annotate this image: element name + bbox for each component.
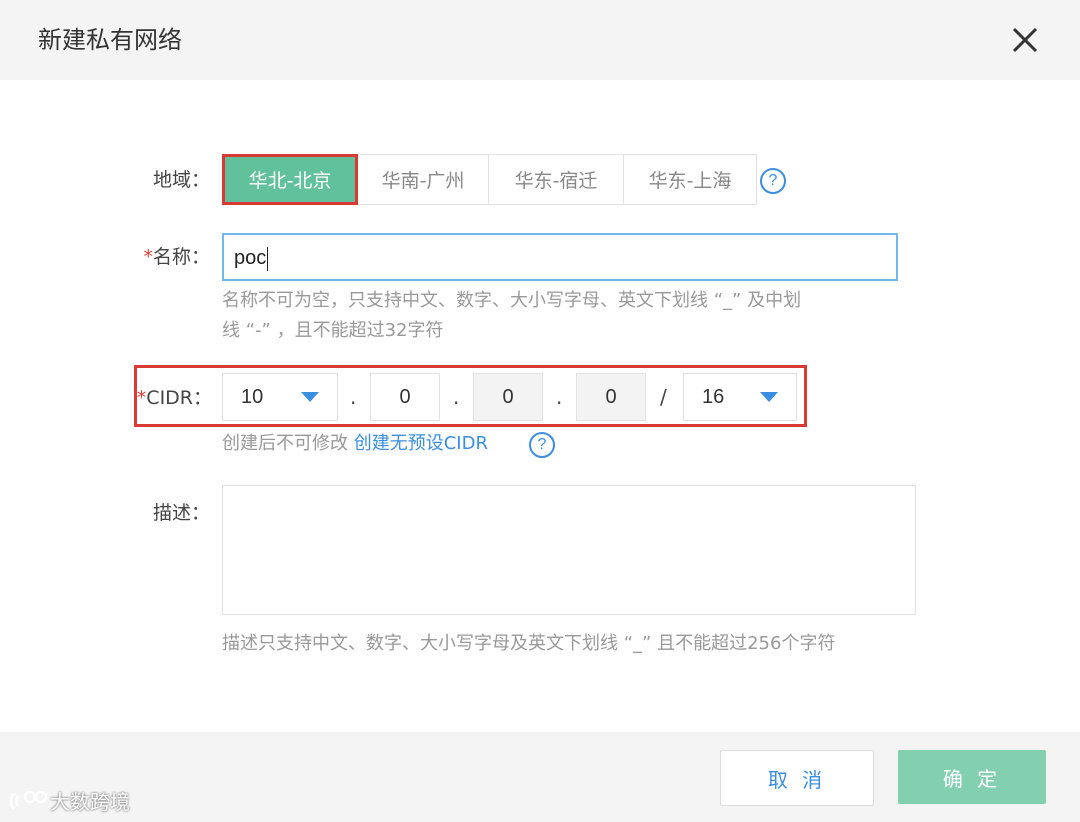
cidr-label-text: CIDR： [146,387,212,409]
region-option-guangzhou[interactable]: 华南-广州 [357,154,489,205]
create-no-preset-cidr-link[interactable]: 创建无预设CIDR [354,433,488,454]
description-textarea[interactable] [222,485,916,615]
cidr-slash: / [660,385,667,409]
name-hint-line2: 线 “-” ，且不能超过32字符 [222,320,444,341]
region-label: 地域： [152,169,210,191]
description-label: 描述： [152,502,210,524]
cidr-octet2-value: 0 [399,385,411,408]
triangle-down-icon [760,392,778,402]
cidr-hint: 创建后不可修改 创建无预设CIDR [222,429,488,459]
watermark-text: 大数跨境 [50,790,130,814]
cancel-button[interactable]: 取 消 [720,750,874,806]
cidr-octet3-input: 0 [473,373,543,421]
cidr-octet3-value: 0 [502,385,514,408]
region-option-shanghai[interactable]: 华东-上海 [623,154,757,205]
region-help-icon[interactable]: ? [760,168,786,194]
cidr-octet4-value: 0 [605,385,617,408]
cidr-dot: . [453,385,460,409]
name-input-value: poc [234,247,267,269]
cidr-hint-text: 创建后不可修改 [222,433,348,454]
cidr-dot: . [556,385,563,409]
cidr-label: *CIDR： [92,384,212,412]
name-label: *名称： [90,243,210,271]
name-hint-line1: 名称不可为空，只支持中文、数字、大小写字母、英文下划线 “_” 及中划 [222,290,802,311]
region-option-suqian[interactable]: 华东-宿迁 [488,154,624,205]
text-caret [267,246,269,271]
cidr-dot: . [350,385,357,409]
confirm-button[interactable]: 确 定 [898,750,1046,804]
cidr-octet2-input[interactable]: 0 [370,373,440,421]
cidr-octet4-input: 0 [576,373,646,421]
region-option-beijing[interactable]: 华北-北京 [222,154,358,205]
dialog-title: 新建私有网络 [38,26,182,54]
cidr-octet1-select[interactable]: 10 [222,373,338,421]
required-mark: * [143,246,153,268]
triangle-down-icon [301,392,319,402]
close-button[interactable] [1007,22,1043,58]
region-selector: 华北-北京 华南-广州 华东-宿迁 华东-上海 [222,154,757,205]
description-hint: 描述只支持中文、数字、大小写字母及英文下划线 “_” 且不能超过256个字符 [222,633,836,654]
watermark: 大数跨境 [8,786,130,815]
cidr-mask-select[interactable]: 16 [683,373,797,421]
watermark-logo-icon [9,790,48,810]
cidr-octet1-value: 10 [241,385,264,408]
name-input[interactable]: poc [222,233,898,281]
required-mark: * [136,387,147,409]
close-icon [1012,27,1038,53]
cidr-mask-value: 16 [702,385,725,408]
cidr-help-icon[interactable]: ? [529,432,555,458]
name-label-text: 名称： [152,246,210,268]
